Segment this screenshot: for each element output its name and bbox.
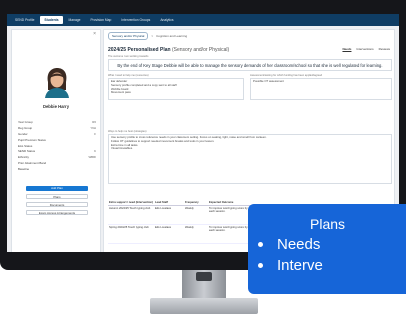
tab-send-profile[interactable]: SEND Profile [11,16,38,24]
info-value: F [94,131,96,136]
monitor-stand-cutout [196,272,212,281]
breadcrumb-separator: > [151,34,154,38]
info-label: Gender [18,131,28,136]
info-label: Year Group [18,119,33,124]
student-name: Debbie Harry [42,104,70,109]
plan-title: 2024/25 Personalised Plan (Sensory and/o… [108,47,229,53]
info-label: Pupil Premium Status [18,137,46,142]
callout-title: Plans [310,216,346,232]
outcome-label: The outcome I am working towards [108,55,149,58]
breadcrumb-sub[interactable]: Cognition and Learning [156,34,187,38]
info-value: K [94,149,96,154]
bullet-icon [258,263,263,268]
table-cell: Spring 2024/25 Touch typing club [108,224,154,244]
plans-button[interactable]: Plans [26,194,88,199]
callout-item-label: Needs [277,236,321,253]
plan-title-text: 2024/25 Personalised Plan [108,47,171,53]
info-value: WBRI [88,155,96,160]
tab-reviews[interactable]: Reviews [379,47,390,51]
assessment-box[interactable]: Possible OT assessment [250,78,392,100]
help-resources-box[interactable]: Ear defender Sensory profile completed a… [108,78,244,100]
table-row[interactable]: Spring 2024/25 Touch typing club Eds Lov… [108,224,258,244]
breadcrumb: Sensory and/or Physical > Cognition and … [108,32,187,40]
info-row: Baseline [18,166,96,172]
info-value: Y6H [90,125,96,130]
info-label: SEND Status [18,149,36,154]
outcome-text: By the end of Key Stage Debbie will be a… [117,62,383,68]
student-info: Year Group R6 Reg Group Y6H Gender F Pupil … [18,119,96,172]
assessment-label: Assessment/testing for which funding has… [250,74,323,77]
documents-button[interactable]: Documents [26,202,88,207]
tab-manage[interactable]: Manage [65,16,85,24]
breadcrumb-area[interactable]: Sensory and/or Physical [108,32,149,40]
table-cell: Eds Lovelace [154,224,184,244]
callout-item-label: Interve [277,257,323,274]
info-label: Ethnicity [18,155,29,160]
callout-item: Needs [258,236,320,253]
tab-intervention-groups[interactable]: Intervention Groups [117,16,154,24]
interventions-table: Extra support / need (Intervention) Lead… [108,200,258,244]
view-links: Needs Interventions Reviews [342,47,390,51]
info-label: Reg Group [18,125,33,130]
tab-interventions[interactable]: Interventions [356,47,373,51]
tab-provision-map[interactable]: Provision Map [86,16,115,24]
feature-callout: Plans Needs Interve [248,204,406,294]
monitor-stand-base [150,298,258,314]
add-plan-button[interactable]: Add Plan [26,186,88,191]
help-line: Movement pass [111,90,131,95]
tab-analytics[interactable]: Analytics [156,16,177,24]
help-label: What I need to help me (resources) [108,74,149,77]
table-row[interactable]: Autumn 2024/25 Touch typing club Eds Lov… [108,205,258,225]
assessment-line: Possible OT assessment [253,79,284,83]
strategy-line: Visual timetables. [111,146,133,151]
exam-access-button[interactable]: Exam Access Arrangements [26,210,88,215]
bullet-icon [258,242,263,247]
outcome-box: By the end of Key Stage Debbie will be a… [108,59,392,71]
strategies-box[interactable]: Use sensory profile to cross reference n… [108,134,392,184]
info-label: Prior Attainment Band [18,161,47,166]
tab-needs[interactable]: Needs [342,47,351,51]
top-nav: SEND Profile Students Manage Provision M… [7,14,399,26]
info-value: R6 [92,119,96,124]
plan-title-sub: (Sensory and/or Physical) [171,47,230,53]
tab-students[interactable]: Students [40,16,63,24]
close-icon[interactable]: × [93,31,96,37]
student-avatar [45,68,69,98]
table-cell: Eds Lovelace [154,205,184,225]
table-cell: Weekly [184,205,208,225]
table-cell: Weekly [184,224,208,244]
info-label: EAL Status [18,143,33,148]
table-cell: Autumn 2024/25 Touch typing club [108,205,154,225]
strategies-label: Ways to help me best (strategies) [108,130,147,133]
info-label: Baseline [18,167,30,172]
student-sidebar: × Debbie Harry Year Group R6 Reg Group Y6H… [11,29,101,252]
callout-item: Interve [258,257,323,274]
